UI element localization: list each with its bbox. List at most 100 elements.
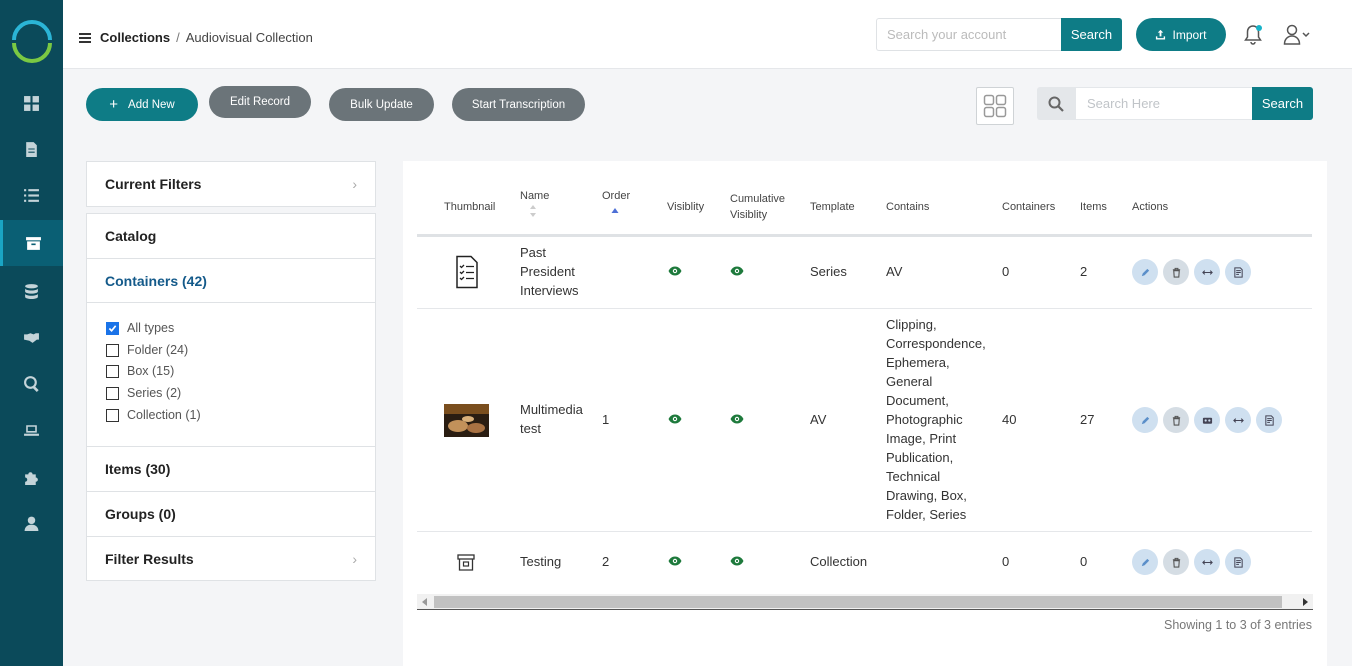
col-header-order[interactable]: Order [602,188,630,220]
catalog-label: Catalog [105,228,157,244]
type-checkbox-box[interactable]: Box (15) [106,364,174,378]
containers-filter[interactable]: Containers (42) [87,259,375,303]
horizontal-scrollbar[interactable] [417,594,1313,610]
move-button[interactable] [1194,259,1220,285]
pencil-icon [1141,416,1149,424]
filter-results-label: Filter Results [105,551,194,567]
dashboard-icon [24,95,39,111]
contains-line: Technical [886,469,941,484]
type-label: Series (2) [127,386,182,400]
nav-plugins[interactable] [0,454,63,500]
handshake-icon [24,332,39,343]
cumulative-visibility-eye-icon [730,266,744,276]
col-header-cumulative-visibility: Cumulative Visiblity [730,191,785,223]
nav-list[interactable] [0,172,63,218]
groups-filter[interactable]: Groups (0) [87,492,375,537]
col-header-name-label: Name [520,190,550,202]
import-button[interactable]: Import [1136,18,1226,51]
account-search-input[interactable] [876,18,1061,51]
col-header-order-label: Order [602,190,631,202]
row-actions [1132,407,1282,433]
delete-button[interactable] [1163,549,1189,575]
edit-button[interactable] [1132,549,1158,575]
type-checkbox-collection[interactable]: Collection (1) [106,408,201,422]
nav-partners[interactable] [0,314,63,360]
bulk-update-button[interactable]: Bulk Update [329,88,434,121]
records-search-input[interactable] [1075,87,1253,120]
grid-view-toggle[interactable] [976,87,1014,125]
records-search-button[interactable]: Search [1252,87,1313,120]
hamburger-menu-icon[interactable] [79,33,91,43]
filter-results-header[interactable]: Filter Results › [87,537,375,581]
document-report-icon [1233,266,1243,278]
trash-icon [1172,415,1180,426]
scrollbar-thumb[interactable] [434,596,1282,608]
visibility-eye-icon [668,556,682,566]
delete-button[interactable] [1163,407,1189,433]
row-template: AV [810,412,827,427]
row-items: 0 [1080,554,1088,569]
scroll-left-arrow-icon[interactable] [422,598,428,606]
user-menu-icon[interactable] [1283,24,1313,46]
pagination-info: Showing 1 to 3 of 3 entries [1163,618,1312,632]
type-checkbox-series[interactable]: Series (2) [106,386,181,400]
collections-table-panel: Thumbnail Name Order Visiblity Cumulativ… [403,161,1327,666]
row-name[interactable]: Testing [520,552,561,571]
move-button[interactable] [1194,549,1220,575]
col-header-name[interactable]: Name [520,188,549,223]
zoom-search-icon [24,375,39,392]
breadcrumb-collections-link[interactable]: Collections [100,30,170,45]
nav-search[interactable] [0,360,63,406]
items-filter[interactable]: Items (30) [87,447,375,492]
nav-dashboard[interactable] [0,80,63,126]
nav-users[interactable] [0,500,63,546]
start-transcription-button[interactable]: Start Transcription [452,88,585,121]
row-name[interactable]: Multimedia test [520,400,583,438]
type-checkbox-all[interactable]: All types [106,321,174,335]
col-header-contains: Contains [886,201,930,213]
add-new-button[interactable]: + Add New [86,88,198,121]
nav-computer[interactable] [0,407,63,453]
delete-button[interactable] [1163,259,1189,285]
checkbox-checked[interactable] [106,321,119,335]
scroll-right-arrow-icon[interactable] [1302,598,1308,606]
sidebar [0,0,63,666]
current-filters-header[interactable]: Current Filters › [87,162,375,206]
container-type-checklist: All types Folder (24) Box (15) Series (2… [87,303,375,447]
sort-both-icon [530,205,536,217]
photo-thumbnail[interactable] [444,404,489,437]
checkbox[interactable] [106,408,119,422]
current-filters-panel: Current Filters › [86,161,376,207]
row-order: 2 [602,554,610,569]
edit-record-button[interactable]: Edit Record [209,86,311,118]
nav-documents[interactable] [0,126,63,172]
type-label: Folder (24) [127,343,189,357]
sort-ascending-icon [611,208,619,213]
cumulative-visibility-eye-icon [730,414,744,424]
report-button[interactable] [1256,407,1282,433]
puzzle-icon [25,471,38,485]
upload-icon [1156,29,1166,40]
nav-collections[interactable] [0,220,63,266]
edit-button[interactable] [1132,259,1158,285]
move-button[interactable] [1225,407,1251,433]
checkbox[interactable] [106,386,119,400]
edit-button[interactable] [1132,407,1158,433]
cassette-icon [1202,417,1212,424]
report-button[interactable] [1225,259,1251,285]
arrows-horizontal-icon [1201,269,1213,275]
media-button[interactable] [1194,407,1220,433]
row-contains: AV [886,264,903,279]
report-button[interactable] [1225,549,1251,575]
app-logo[interactable] [8,15,56,65]
notification-bell-icon[interactable] [1243,24,1263,46]
checkbox[interactable] [106,343,119,357]
type-checkbox-folder[interactable]: Folder (24) [106,343,188,357]
checkbox[interactable] [106,364,119,378]
breadcrumb: Collections / Audiovisual Collection [100,30,313,45]
row-name[interactable]: Past President Interviews [520,243,579,300]
account-search-button[interactable]: Search [1061,18,1122,51]
nav-database[interactable] [0,268,63,314]
arrows-horizontal-icon [1201,559,1213,565]
user-icon [24,516,39,531]
